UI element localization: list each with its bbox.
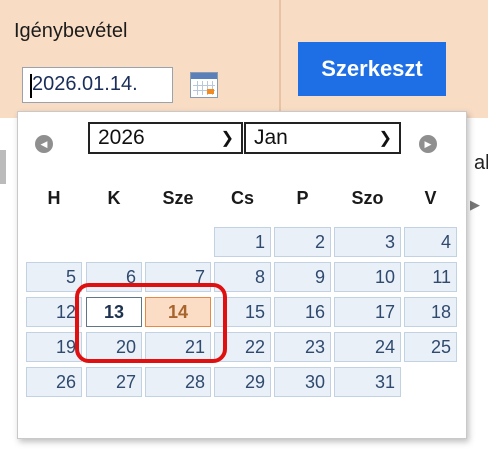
day-cell[interactable]: 3 [334, 227, 401, 257]
background-tab [0, 150, 6, 184]
day-cell[interactable]: 27 [86, 367, 142, 397]
prev-month-icon[interactable]: ◀ [35, 135, 53, 153]
day-cell[interactable]: 29 [214, 367, 271, 397]
weekday-label: K [107, 188, 121, 208]
weekday-label: V [424, 188, 437, 208]
date-input[interactable]: 2026.01.14. [22, 67, 173, 103]
calendar-icon[interactable] [190, 72, 218, 98]
day-cell[interactable]: 9 [274, 262, 331, 292]
day-cell[interactable]: 12 [26, 297, 82, 327]
day-cell[interactable]: 16 [274, 297, 331, 327]
day-cell[interactable]: 5 [26, 262, 82, 292]
background-label: al [474, 152, 488, 174]
edit-button[interactable]: Szerkeszt [298, 42, 446, 96]
weekday-label: H [47, 188, 61, 208]
weekday-label: Cs [230, 188, 254, 208]
day-cell[interactable]: 1 [214, 227, 271, 257]
month-select[interactable]: Jan ❯ [244, 122, 401, 154]
weekday-label: P [296, 188, 309, 208]
day-cell[interactable]: 11 [404, 262, 457, 292]
highlight-annotation [75, 283, 227, 363]
year-select-value: 2026 [98, 126, 145, 149]
day-cell[interactable]: 17 [334, 297, 401, 327]
day-cell[interactable]: 31 [334, 367, 401, 397]
day-cell[interactable]: 18 [404, 297, 457, 327]
month-select-value: Jan [254, 126, 288, 149]
day-cell[interactable]: 24 [334, 332, 401, 362]
day-cell[interactable]: 28 [145, 367, 211, 397]
column-divider [279, 0, 281, 118]
day-cell[interactable]: 2 [274, 227, 331, 257]
day-cell[interactable]: 30 [274, 367, 331, 397]
field-label: Igénybevétel [14, 20, 128, 42]
day-cell[interactable]: 25 [404, 332, 457, 362]
date-input-value: 2026.01.14. [32, 73, 138, 95]
datepicker-popup: ◀ 2026 ❯ Jan ❯ ▶ H K Sze Cs P Szo V 1 2 3 4 5 6 7 8 9 10… [17, 111, 467, 439]
text-cursor [30, 74, 32, 98]
next-month-icon[interactable]: ▶ [419, 135, 437, 153]
chevron-down-icon: ❯ [220, 130, 234, 147]
day-cell[interactable]: 23 [274, 332, 331, 362]
day-cell[interactable]: 26 [26, 367, 82, 397]
day-cell[interactable]: 4 [404, 227, 457, 257]
weekday-label: Szo [351, 188, 384, 208]
year-select[interactable]: 2026 ❯ [88, 122, 243, 154]
chevron-down-icon: ❯ [378, 130, 392, 147]
triangle-right-icon[interactable]: ▶ [470, 197, 480, 213]
day-cell[interactable]: 19 [26, 332, 82, 362]
weekday-label: Sze [162, 188, 194, 208]
day-cell[interactable]: 10 [334, 262, 401, 292]
